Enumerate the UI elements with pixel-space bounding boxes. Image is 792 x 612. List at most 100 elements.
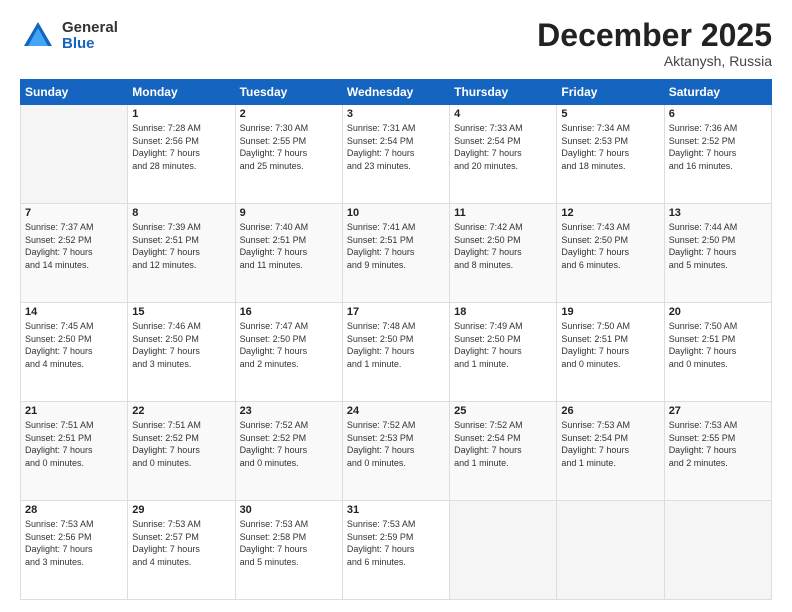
calendar-cell: 9 Sunrise: 7:40 AM Sunset: 2:51 PM Daylig…	[235, 204, 342, 303]
day-number: 7	[25, 207, 123, 219]
day-info: Sunrise: 7:44 AM Sunset: 2:50 PM Dayligh…	[669, 221, 767, 271]
day-info: Sunrise: 7:28 AM Sunset: 2:56 PM Dayligh…	[132, 122, 230, 172]
day-number: 30	[240, 504, 338, 516]
calendar-cell: 23Sunrise: 7:52 AM Sunset: 2:52 PM Dayli…	[235, 402, 342, 501]
day-info: Sunrise: 7:31 AM Sunset: 2:54 PM Dayligh…	[347, 122, 445, 172]
day-number: 27	[669, 405, 767, 417]
day-number: 20	[669, 306, 767, 318]
day-info: Sunrise: 7:39 AM Sunset: 2:51 PM Dayligh…	[132, 221, 230, 271]
day-number: 14	[25, 306, 123, 318]
calendar-cell	[21, 105, 128, 204]
day-number: 22	[132, 405, 230, 417]
calendar-cell: 11 Sunrise: 7:42 AM Sunset: 2:50 PM Dayli…	[450, 204, 557, 303]
logo-blue: Blue	[62, 36, 118, 53]
day-number: 12	[561, 207, 659, 219]
calendar-cell	[557, 501, 664, 600]
col-tuesday: Tuesday	[235, 80, 342, 105]
day-info: Sunrise: 7:34 AM Sunset: 2:53 PM Dayligh…	[561, 122, 659, 172]
calendar-cell: 2 Sunrise: 7:30 AM Sunset: 2:55 PM Daylig…	[235, 105, 342, 204]
day-number: 1	[132, 108, 230, 120]
calendar-week-4: 21 Sunrise: 7:51 AM Sunset: 2:51 PM Dayli…	[21, 402, 772, 501]
day-number: 16	[240, 306, 338, 318]
logo-text: General Blue	[62, 20, 118, 53]
calendar-cell: 27 Sunrise: 7:53 AM Sunset: 2:55 PM Dayli…	[664, 402, 771, 501]
day-number: 23	[240, 405, 338, 417]
calendar-cell: 20Sunrise: 7:50 AM Sunset: 2:51 PM Dayli…	[664, 303, 771, 402]
calendar-cell	[664, 501, 771, 600]
title-block: December 2025 Aktanysh, Russia	[537, 18, 772, 69]
calendar-cell: 14 Sunrise: 7:45 AM Sunset: 2:50 PM Dayli…	[21, 303, 128, 402]
calendar-cell: 21 Sunrise: 7:51 AM Sunset: 2:51 PM Dayli…	[21, 402, 128, 501]
calendar-cell: 5 Sunrise: 7:34 AM Sunset: 2:53 PM Daylig…	[557, 105, 664, 204]
day-number: 26	[561, 405, 659, 417]
day-number: 8	[132, 207, 230, 219]
day-number: 9	[240, 207, 338, 219]
calendar-week-5: 28 Sunrise: 7:53 AM Sunset: 2:56 PM Dayli…	[21, 501, 772, 600]
day-info: Sunrise: 7:52 AM Sunset: 2:54 PM Dayligh…	[454, 419, 552, 469]
calendar-cell: 22 Sunrise: 7:51 AM Sunset: 2:52 PM Dayli…	[128, 402, 235, 501]
day-info: Sunrise: 7:37 AM Sunset: 2:52 PM Dayligh…	[25, 221, 123, 271]
calendar-cell: 4Sunrise: 7:33 AM Sunset: 2:54 PM Daylig…	[450, 105, 557, 204]
day-info: Sunrise: 7:43 AM Sunset: 2:50 PM Dayligh…	[561, 221, 659, 271]
calendar-cell: 8 Sunrise: 7:39 AM Sunset: 2:51 PM Daylig…	[128, 204, 235, 303]
day-info: Sunrise: 7:47 AM Sunset: 2:50 PM Dayligh…	[240, 320, 338, 370]
col-thursday: Thursday	[450, 80, 557, 105]
col-wednesday: Wednesday	[342, 80, 449, 105]
day-info: Sunrise: 7:53 AM Sunset: 2:54 PM Dayligh…	[561, 419, 659, 469]
calendar-cell: 10Sunrise: 7:41 AM Sunset: 2:51 PM Dayli…	[342, 204, 449, 303]
header: General Blue December 2025 Aktanysh, Rus…	[20, 18, 772, 69]
day-info: Sunrise: 7:52 AM Sunset: 2:53 PM Dayligh…	[347, 419, 445, 469]
day-info: Sunrise: 7:41 AM Sunset: 2:51 PM Dayligh…	[347, 221, 445, 271]
day-number: 15	[132, 306, 230, 318]
logo-general: General	[62, 20, 118, 37]
day-number: 11	[454, 207, 552, 219]
day-info: Sunrise: 7:42 AM Sunset: 2:50 PM Dayligh…	[454, 221, 552, 271]
calendar-cell: 30 Sunrise: 7:53 AM Sunset: 2:58 PM Dayli…	[235, 501, 342, 600]
day-info: Sunrise: 7:46 AM Sunset: 2:50 PM Dayligh…	[132, 320, 230, 370]
day-info: Sunrise: 7:51 AM Sunset: 2:51 PM Dayligh…	[25, 419, 123, 469]
day-info: Sunrise: 7:53 AM Sunset: 2:59 PM Dayligh…	[347, 518, 445, 568]
calendar-cell: 19 Sunrise: 7:50 AM Sunset: 2:51 PM Dayli…	[557, 303, 664, 402]
calendar-cell: 26 Sunrise: 7:53 AM Sunset: 2:54 PM Dayli…	[557, 402, 664, 501]
location-title: Aktanysh, Russia	[537, 53, 772, 69]
day-info: Sunrise: 7:53 AM Sunset: 2:57 PM Dayligh…	[132, 518, 230, 568]
page: General Blue December 2025 Aktanysh, Rus…	[0, 0, 792, 612]
calendar-cell: 25 Sunrise: 7:52 AM Sunset: 2:54 PM Dayli…	[450, 402, 557, 501]
day-info: Sunrise: 7:50 AM Sunset: 2:51 PM Dayligh…	[561, 320, 659, 370]
day-info: Sunrise: 7:30 AM Sunset: 2:55 PM Dayligh…	[240, 122, 338, 172]
day-number: 28	[25, 504, 123, 516]
day-info: Sunrise: 7:53 AM Sunset: 2:55 PM Dayligh…	[669, 419, 767, 469]
col-friday: Friday	[557, 80, 664, 105]
calendar-cell: 28 Sunrise: 7:53 AM Sunset: 2:56 PM Dayli…	[21, 501, 128, 600]
day-number: 18	[454, 306, 552, 318]
day-info: Sunrise: 7:48 AM Sunset: 2:50 PM Dayligh…	[347, 320, 445, 370]
day-info: Sunrise: 7:45 AM Sunset: 2:50 PM Dayligh…	[25, 320, 123, 370]
day-number: 25	[454, 405, 552, 417]
calendar-cell: 13 Sunrise: 7:44 AM Sunset: 2:50 PM Dayli…	[664, 204, 771, 303]
day-info: Sunrise: 7:49 AM Sunset: 2:50 PM Dayligh…	[454, 320, 552, 370]
calendar-cell: 16 Sunrise: 7:47 AM Sunset: 2:50 PM Dayli…	[235, 303, 342, 402]
logo-icon	[20, 18, 56, 54]
day-number: 6	[669, 108, 767, 120]
day-info: Sunrise: 7:53 AM Sunset: 2:56 PM Dayligh…	[25, 518, 123, 568]
day-number: 3	[347, 108, 445, 120]
col-monday: Monday	[128, 80, 235, 105]
day-info: Sunrise: 7:53 AM Sunset: 2:58 PM Dayligh…	[240, 518, 338, 568]
calendar-week-2: 7 Sunrise: 7:37 AM Sunset: 2:52 PM Daylig…	[21, 204, 772, 303]
day-number: 21	[25, 405, 123, 417]
day-number: 19	[561, 306, 659, 318]
day-number: 13	[669, 207, 767, 219]
calendar-cell: 6Sunrise: 7:36 AM Sunset: 2:52 PM Daylig…	[664, 105, 771, 204]
day-number: 29	[132, 504, 230, 516]
calendar-week-3: 14 Sunrise: 7:45 AM Sunset: 2:50 PM Dayli…	[21, 303, 772, 402]
calendar-cell: 31 Sunrise: 7:53 AM Sunset: 2:59 PM Dayli…	[342, 501, 449, 600]
calendar-week-1: 1 Sunrise: 7:28 AM Sunset: 2:56 PM Daylig…	[21, 105, 772, 204]
day-info: Sunrise: 7:40 AM Sunset: 2:51 PM Dayligh…	[240, 221, 338, 271]
day-number: 31	[347, 504, 445, 516]
calendar-table: Sunday Monday Tuesday Wednesday Thursday…	[20, 79, 772, 600]
day-info: Sunrise: 7:51 AM Sunset: 2:52 PM Dayligh…	[132, 419, 230, 469]
day-number: 2	[240, 108, 338, 120]
calendar-cell: 24Sunrise: 7:52 AM Sunset: 2:53 PM Dayli…	[342, 402, 449, 501]
col-saturday: Saturday	[664, 80, 771, 105]
day-number: 5	[561, 108, 659, 120]
